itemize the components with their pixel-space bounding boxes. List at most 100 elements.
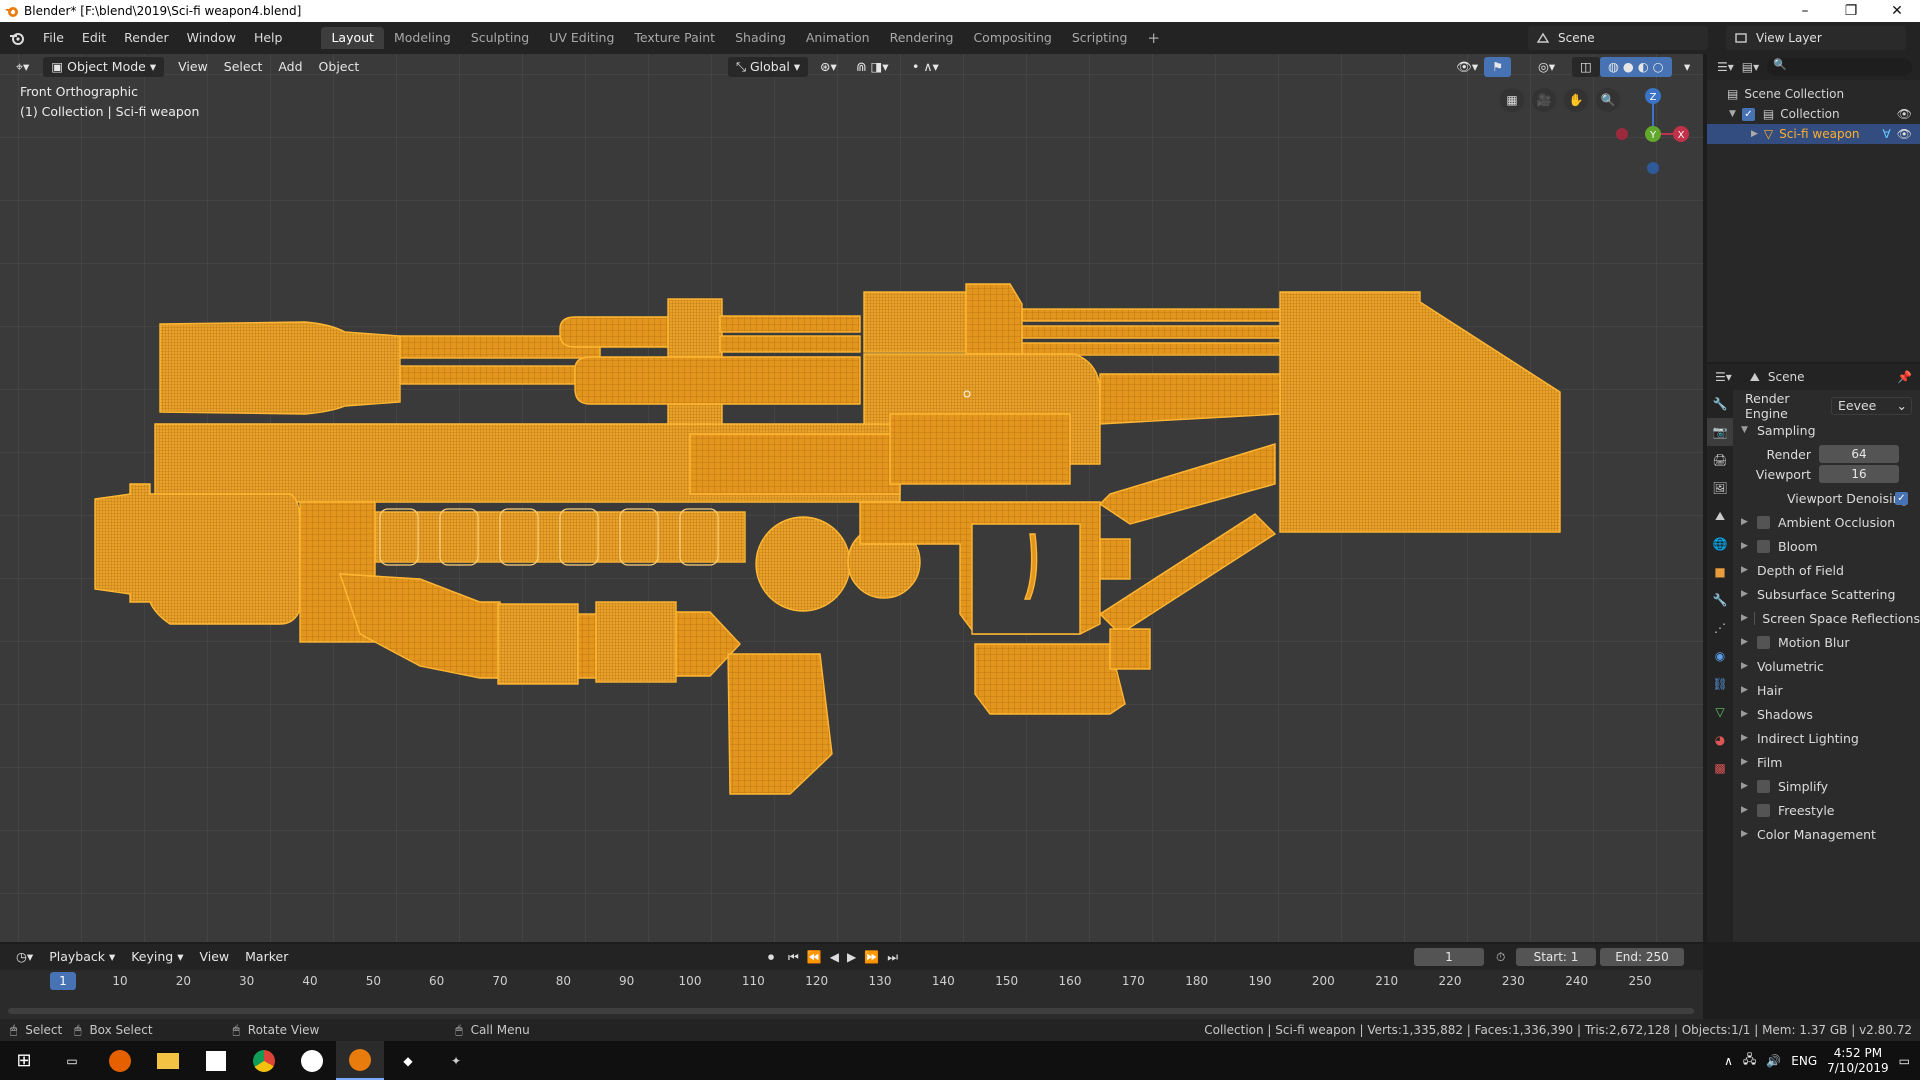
object-tab-icon[interactable]: ■ — [1707, 558, 1733, 586]
expand-arrow-icon[interactable]: ▶ — [1751, 129, 1758, 139]
collection-checkbox[interactable]: ✓ — [1741, 107, 1755, 121]
task-view-icon[interactable]: ▭ — [48, 1041, 96, 1080]
panel-enable-checkbox[interactable] — [1757, 515, 1770, 529]
clock[interactable]: 4:52 PM 7/10/2019 — [1827, 1046, 1889, 1076]
prev-keyframe-icon[interactable]: ⏪ — [807, 950, 822, 965]
texture-tab-icon[interactable]: ▩ — [1707, 754, 1733, 782]
menu-file[interactable]: File — [34, 26, 73, 50]
panel-enable-checkbox[interactable] — [1757, 779, 1770, 793]
render-panel-header[interactable]: ▶ Film — [1733, 750, 1920, 774]
material-tab-icon[interactable]: ◕ — [1707, 726, 1733, 754]
render-panel-header[interactable]: ▶ Hair — [1733, 678, 1920, 702]
properties-editor-icon[interactable]: ☰▾ — [1715, 370, 1732, 384]
tab-modeling[interactable]: Modeling — [384, 27, 461, 49]
maximize-button[interactable]: ❐ — [1828, 0, 1874, 22]
play-reverse-icon[interactable]: ◀ — [830, 950, 839, 965]
language-indicator[interactable]: ENG — [1791, 1054, 1817, 1068]
close-button[interactable]: ✕ — [1874, 0, 1920, 22]
world-tab-icon[interactable]: 🌐 — [1707, 530, 1733, 558]
blender-taskbar-icon[interactable] — [336, 1041, 384, 1080]
panel-enable-checkbox[interactable] — [1757, 539, 1770, 553]
tab-animation[interactable]: Animation — [796, 27, 880, 49]
physics-tab-icon[interactable]: ◉ — [1707, 642, 1733, 670]
eye-icon[interactable]: 👁 — [1897, 127, 1912, 141]
timeline-editor-icon[interactable]: ◷▾ — [8, 947, 41, 967]
display-mode-icon[interactable]: ▤▾ — [1742, 60, 1759, 74]
outliner-search-input[interactable]: 🔍 — [1767, 58, 1912, 76]
tab-compositing[interactable]: Compositing — [963, 27, 1061, 49]
render-panel-header[interactable]: ▶ Shadows — [1733, 702, 1920, 726]
output-tab-icon[interactable]: 🖨 — [1707, 446, 1733, 474]
render-panel-header[interactable]: ▶ Depth of Field — [1733, 558, 1920, 582]
render-tab-icon[interactable]: 📷 — [1707, 418, 1733, 446]
timeline-scrollbar[interactable] — [8, 1008, 1694, 1014]
jump-start-icon[interactable]: ⏮ — [788, 950, 799, 965]
tab-scripting[interactable]: Scripting — [1062, 27, 1138, 49]
timeline-menu-playback[interactable]: Playback ▾ — [41, 947, 123, 967]
render-panel-header[interactable]: ▶ Freestyle — [1733, 798, 1920, 822]
render-samples-field[interactable]: 64 — [1819, 445, 1899, 463]
timeline-menu-view[interactable]: View — [191, 947, 237, 967]
tray-chevron-icon[interactable]: ∧ — [1724, 1054, 1733, 1068]
app-icon[interactable]: ✦ — [432, 1041, 480, 1080]
view-layer-tab-icon[interactable]: 🖼 — [1707, 474, 1733, 502]
view-layer-selector[interactable]: View Layer — [1726, 26, 1906, 50]
end-frame-field[interactable]: End: 250 — [1600, 948, 1684, 966]
tab-texture-paint[interactable]: Texture Paint — [624, 27, 725, 49]
scene-selector[interactable]: Scene — [1528, 26, 1708, 50]
menu-render[interactable]: Render — [115, 26, 178, 50]
render-panel-header[interactable]: ▶ Simplify — [1733, 774, 1920, 798]
minimize-button[interactable]: – — [1782, 0, 1828, 22]
sampling-panel-header[interactable]: ▼ Sampling — [1733, 418, 1920, 442]
tab-uv-editing[interactable]: UV Editing — [539, 27, 624, 49]
3d-viewport[interactable]: ⌖▾ ▣ Object Mode ▾ View Select Add Objec… — [0, 54, 1703, 942]
timeline-ruler[interactable]: 1 10 20 30 40 50 60 70 80 90 100 110 120 130 140 150 160… — [0, 970, 1703, 992]
viewport-samples-field[interactable]: 16 — [1819, 465, 1899, 483]
volume-icon[interactable]: 🔊 — [1766, 1054, 1781, 1068]
panel-enable-checkbox[interactable] — [1757, 635, 1770, 649]
object-row[interactable]: ▶ ▽ Sci-fi weapon ∀ 👁 — [1707, 124, 1920, 144]
add-workspace-button[interactable]: + — [1137, 27, 1170, 49]
render-panel-header[interactable]: ▶ Color Management — [1733, 822, 1920, 846]
blender-menu-icon[interactable] — [0, 26, 34, 50]
next-keyframe-icon[interactable]: ⏩ — [864, 950, 879, 965]
menu-window[interactable]: Window — [178, 26, 245, 50]
tab-sculpting[interactable]: Sculpting — [461, 27, 539, 49]
render-panel-header[interactable]: ▶ Screen Space Reflections — [1733, 606, 1920, 630]
render-panel-header[interactable]: ▶ Bloom — [1733, 534, 1920, 558]
pin-icon[interactable]: 📌 — [1897, 370, 1912, 384]
unity-icon[interactable]: ◆ — [384, 1041, 432, 1080]
scene-tab-icon[interactable]: ⛰ — [1707, 502, 1733, 530]
panel-enable-checkbox[interactable] — [1757, 803, 1770, 817]
render-panel-header[interactable]: ▶ Volumetric — [1733, 654, 1920, 678]
constraints-tab-icon[interactable]: ⛓ — [1707, 670, 1733, 698]
expand-arrow-icon[interactable]: ▼ — [1729, 109, 1736, 119]
windows-start-icon[interactable]: ⊞ — [0, 1041, 48, 1080]
tab-layout[interactable]: Layout — [321, 27, 384, 49]
chrome-icon[interactable] — [240, 1041, 288, 1080]
outliner-editor-icon[interactable]: ☰▾ — [1717, 60, 1734, 74]
jump-end-icon[interactable]: ⏭ — [887, 950, 898, 965]
timeline-menu-keying[interactable]: Keying ▾ — [123, 947, 191, 967]
menu-edit[interactable]: Edit — [73, 26, 115, 50]
tool-tab-icon[interactable]: 🔧 — [1707, 390, 1733, 418]
record-icon[interactable]: ⏺ — [768, 950, 774, 965]
store-icon[interactable] — [192, 1041, 240, 1080]
modifier-tab-icon[interactable]: 🔧 — [1707, 586, 1733, 614]
data-tab-icon[interactable]: ▽ — [1707, 698, 1733, 726]
firefox-icon[interactable] — [96, 1041, 144, 1080]
particles-tab-icon[interactable]: ⋰ — [1707, 614, 1733, 642]
render-panel-header[interactable]: ▶ Indirect Lighting — [1733, 726, 1920, 750]
start-frame-field[interactable]: Start: 1 — [1516, 948, 1596, 966]
render-panel-header[interactable]: ▶ Subsurface Scattering — [1733, 582, 1920, 606]
network-icon[interactable]: 🖧 — [1743, 1050, 1756, 1071]
current-frame-field[interactable]: 1 — [1414, 948, 1484, 966]
play-icon[interactable]: ▶ — [847, 950, 856, 965]
scene-collection-row[interactable]: ▤ Scene Collection — [1707, 84, 1920, 104]
eye-icon[interactable]: 👁 — [1897, 107, 1912, 121]
render-panel-header[interactable]: ▶ Motion Blur — [1733, 630, 1920, 654]
tab-shading[interactable]: Shading — [725, 27, 796, 49]
collection-row[interactable]: ▼ ✓ ▤ Collection 👁 — [1707, 104, 1920, 124]
file-explorer-icon[interactable] — [144, 1041, 192, 1080]
tab-rendering[interactable]: Rendering — [880, 27, 964, 49]
